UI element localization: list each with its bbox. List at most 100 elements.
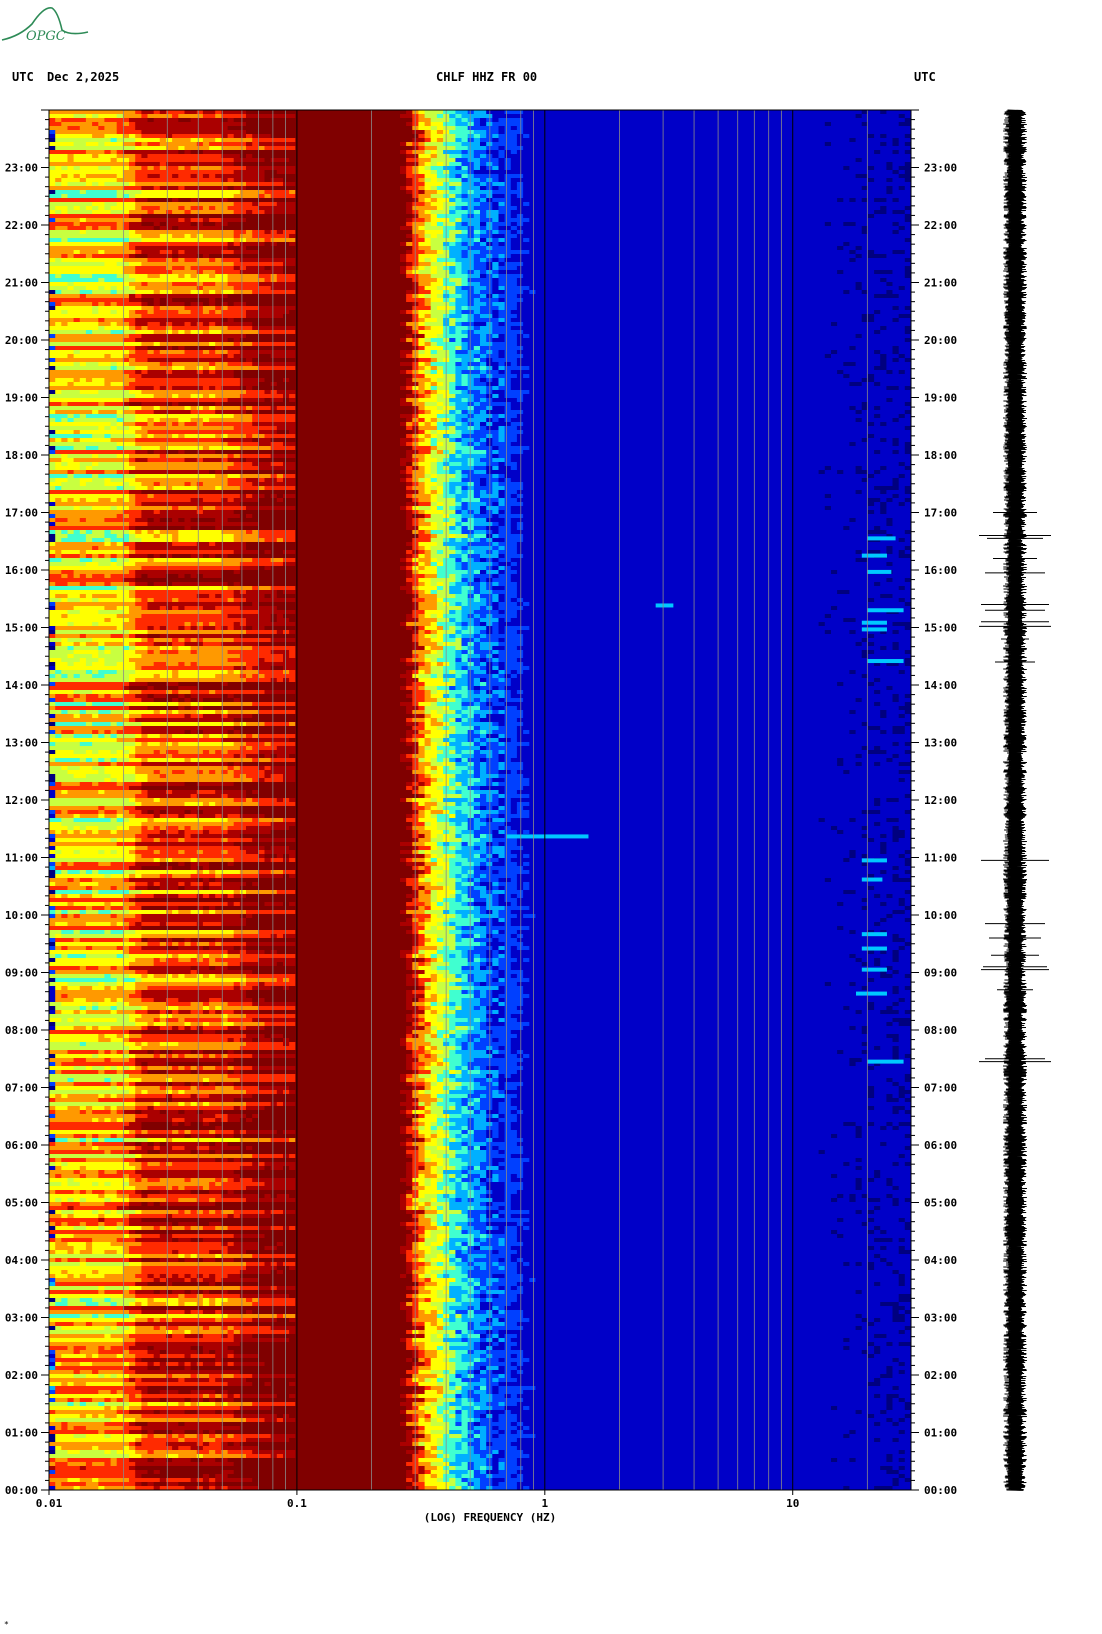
heatmap-cell [141, 714, 186, 719]
heatmap-cell [455, 438, 463, 443]
heatmap-cell [79, 594, 87, 599]
heatmap-cell [412, 566, 420, 571]
heatmap-cell [430, 758, 438, 763]
heatmap-cell [424, 346, 444, 351]
heatmap-cell [449, 206, 456, 211]
heatmap-cell [849, 382, 863, 387]
heatmap-cell [295, 558, 401, 563]
heatmap-cell [135, 174, 149, 179]
heatmap-cell [516, 362, 844, 367]
heatmap-cell [227, 274, 259, 279]
heatmap-cell [98, 250, 106, 255]
heatmap-cell [215, 402, 222, 407]
heatmap-cell [449, 174, 456, 179]
heatmap-cell [406, 434, 413, 439]
heatmap-cell [861, 246, 911, 251]
heatmap-cell [184, 638, 192, 643]
heatmap-cell [467, 770, 475, 775]
heatmap-cell [159, 710, 167, 715]
heatmap-cell [523, 690, 875, 695]
heatmap-cell [85, 286, 99, 291]
heatmap-cell [129, 158, 136, 163]
heatmap-cell [79, 610, 99, 615]
heatmap-cell [412, 310, 420, 315]
heatmap-cell [467, 570, 475, 575]
heatmap-cell [504, 458, 512, 463]
heatmap-cell [283, 262, 296, 267]
heatmap-cell [504, 166, 512, 171]
heatmap-cell [424, 470, 432, 475]
heatmap-cell [480, 234, 493, 239]
heatmap-cell [498, 698, 506, 703]
heatmap-cell [455, 326, 469, 331]
heatmap-cell [49, 458, 62, 463]
heatmap-cell [430, 486, 438, 491]
heatmap-cell [73, 166, 81, 171]
heatmap-cell [55, 430, 75, 435]
heatmap-cell [184, 258, 198, 263]
heatmap-cell [492, 514, 500, 519]
heatmap-cell [412, 654, 420, 659]
heatmap-cell [202, 310, 210, 315]
heatmap-cell [430, 130, 438, 135]
heatmap-cell [449, 722, 463, 727]
heatmap-cell [498, 802, 506, 807]
heatmap-cell [461, 230, 469, 235]
heatmap-cell [202, 206, 210, 211]
heatmap-cell [529, 218, 906, 223]
heatmap-cell [49, 178, 56, 183]
heatmap-cell [227, 482, 253, 487]
heatmap-cell [418, 678, 444, 683]
heatmap-cell [449, 182, 463, 187]
heatmap-cell [406, 290, 419, 295]
heatmap-cell [61, 182, 69, 187]
heatmap-cell [424, 746, 432, 751]
heatmap-cell [406, 442, 413, 447]
heatmap-cell [498, 466, 512, 471]
heatmap-cell [449, 458, 469, 463]
heatmap-cell [67, 182, 87, 187]
heatmap-cell [196, 542, 210, 547]
heatmap-cell [430, 630, 438, 635]
heatmap-cell [264, 478, 278, 483]
heatmap-cell [295, 598, 413, 603]
heatmap-cell [49, 734, 56, 739]
heatmap-cell [221, 114, 247, 119]
heatmap-cell [246, 506, 296, 511]
heatmap-cell [443, 374, 456, 379]
heatmap-cell [430, 314, 444, 319]
heatmap-cell [455, 550, 463, 555]
heatmap-cell [49, 254, 62, 259]
heatmap-cell [467, 718, 475, 723]
heatmap-cell [49, 738, 118, 743]
heatmap-cell [898, 230, 911, 235]
heatmap-cell [855, 558, 869, 563]
heatmap-cell [455, 526, 463, 531]
heatmap-cell [67, 474, 75, 479]
heatmap-cell [480, 422, 487, 427]
heatmap-cell [461, 142, 481, 147]
heatmap-cell [104, 646, 124, 651]
heatmap-cell [867, 406, 875, 411]
heatmap-cell [492, 182, 506, 187]
heatmap-cell [295, 638, 413, 643]
heatmap-cell [486, 734, 500, 739]
heatmap-cell [898, 698, 911, 703]
heatmap-cell [498, 202, 506, 207]
heatmap-cell [295, 138, 413, 143]
heatmap-cell [122, 186, 142, 191]
heatmap-cell [880, 498, 887, 503]
heatmap-cell [449, 190, 463, 195]
heatmap-cell [418, 662, 426, 667]
heatmap-cell [523, 806, 911, 811]
heatmap-cell [55, 774, 75, 779]
heatmap-cell [196, 686, 401, 691]
heatmap-cell [516, 734, 911, 739]
heatmap-cell [85, 498, 99, 503]
heatmap-cell [467, 682, 475, 687]
heatmap-cell [406, 174, 426, 179]
heatmap-cell [110, 722, 118, 727]
heatmap-cell [215, 282, 229, 287]
heatmap-cell [486, 762, 500, 767]
heatmap-cell [233, 582, 241, 587]
